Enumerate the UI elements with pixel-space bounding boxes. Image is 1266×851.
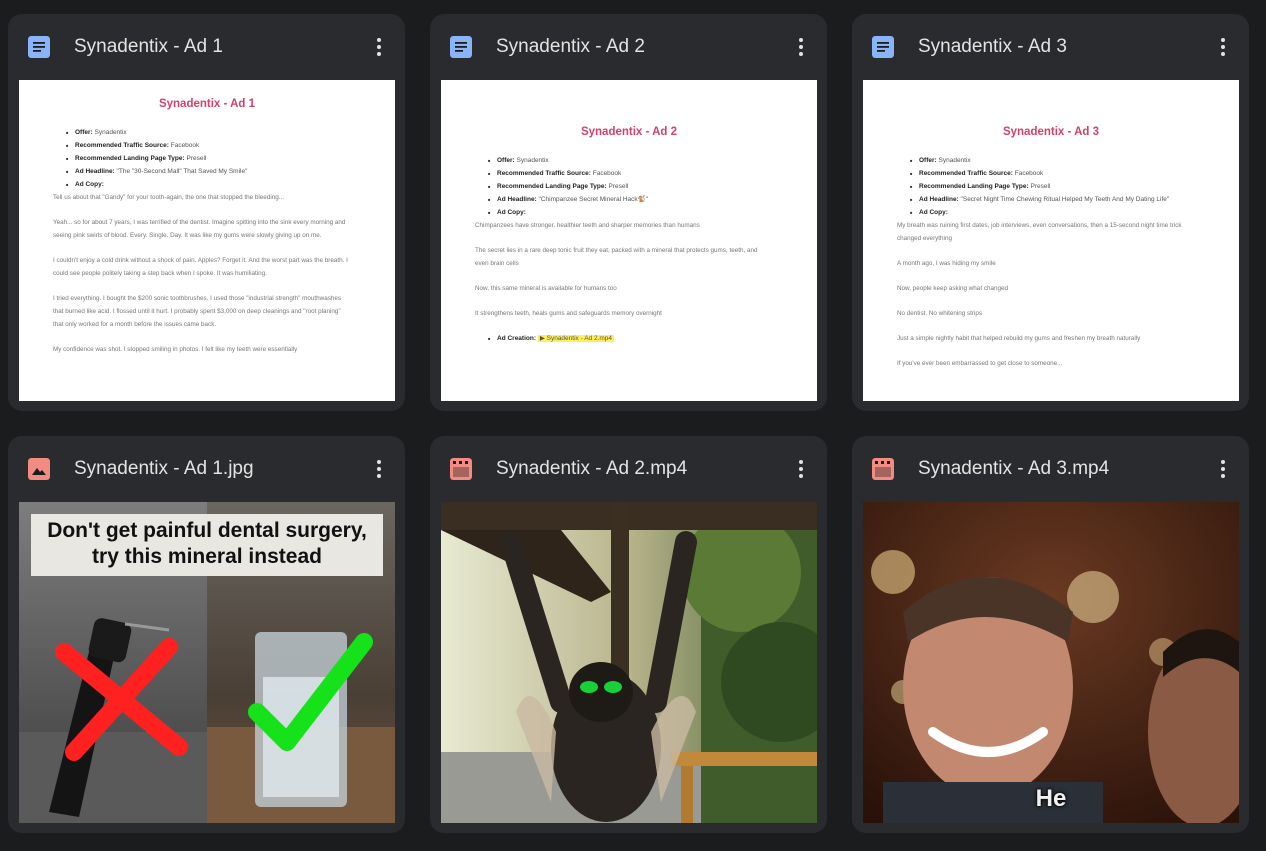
doc-line: Ad Headline: "The "30-Second Mall" That … <box>66 165 349 178</box>
image-preview[interactable]: Don't get painful dental surgery, try th… <box>19 502 395 823</box>
card-header: Synadentix - Ad 2 <box>430 14 827 80</box>
doc-paragraph: Just a simple nightly habit that helped … <box>897 335 1141 342</box>
card-header: Synadentix - Ad 1 <box>8 14 405 80</box>
doc-preview[interactable]: Synadentix - Ad 2 Offer: Synadentix Reco… <box>441 80 817 401</box>
doc-paragraph: If you've ever been embarrassed to get c… <box>897 360 1063 367</box>
file-title[interactable]: Synadentix - Ad 2 <box>496 34 786 60</box>
doc-heading: Synadentix - Ad 2 <box>580 126 678 138</box>
doc-paragraph: Yeah... so for about 7 years, I was terr… <box>53 219 346 239</box>
doc-line: Ad Copy: <box>910 206 1193 219</box>
file-grid: Synadentix - Ad 1 Synadentix - Ad 1 Offe… <box>0 0 1266 851</box>
doc-line: Offer: Synadentix <box>910 154 1193 167</box>
doc-paragraph: Tell us about that "Gandy" for your toot… <box>53 194 284 201</box>
file-card-ad3-video[interactable]: Synadentix - Ad 3.mp4 He <box>852 436 1249 833</box>
more-options-icon[interactable] <box>367 457 391 481</box>
more-options-icon[interactable] <box>1211 35 1235 59</box>
doc-icon <box>872 36 894 58</box>
file-title[interactable]: Synadentix - Ad 3.mp4 <box>918 456 1208 482</box>
ad-caption: Don't get painful dental surgery, try th… <box>31 514 383 576</box>
doc-paragraph: My confidence was shot. I stopped smilin… <box>53 346 298 353</box>
doc-heading: Synadentix - Ad 1 <box>158 98 256 110</box>
image-icon <box>28 458 50 480</box>
doc-line: Recommended Traffic Source: Facebook <box>910 167 1193 180</box>
doc-line: Offer: Synadentix <box>488 154 771 167</box>
doc-icon <box>28 36 50 58</box>
file-card-ad1-doc[interactable]: Synadentix - Ad 1 Synadentix - Ad 1 Offe… <box>8 14 405 411</box>
doc-line: Ad Copy: <box>488 206 771 219</box>
file-title[interactable]: Synadentix - Ad 1.jpg <box>74 456 364 482</box>
file-card-ad2-doc[interactable]: Synadentix - Ad 2 Synadentix - Ad 2 Offe… <box>430 14 827 411</box>
more-options-icon[interactable] <box>1211 457 1235 481</box>
doc-heading: Synadentix - Ad 3 <box>1002 126 1100 138</box>
doc-line: Recommended Landing Page Type: Presell <box>66 152 349 165</box>
video-icon <box>450 458 472 480</box>
doc-preview[interactable]: Synadentix - Ad 3 Offer: Synadentix Reco… <box>863 80 1239 401</box>
more-options-icon[interactable] <box>789 35 813 59</box>
video-preview[interactable]: He <box>863 502 1239 823</box>
more-options-icon[interactable] <box>789 457 813 481</box>
doc-line: Recommended Traffic Source: Facebook <box>66 139 349 152</box>
doc-line: Recommended Landing Page Type: Presell <box>910 180 1193 193</box>
file-card-ad3-doc[interactable]: Synadentix - Ad 3 Synadentix - Ad 3 Offe… <box>852 14 1249 411</box>
file-title[interactable]: Synadentix - Ad 2.mp4 <box>496 456 786 482</box>
video-frame-art <box>441 502 817 823</box>
doc-paragraph: Chimpanzees have stronger, healthier tee… <box>475 222 700 229</box>
doc-preview[interactable]: Synadentix - Ad 1 Offer: Synadentix Reco… <box>19 80 395 401</box>
doc-paragraph: It strengthens teeth, heals gums and saf… <box>475 310 662 317</box>
more-options-icon[interactable] <box>367 35 391 59</box>
card-header: Synadentix - Ad 2.mp4 <box>430 436 827 502</box>
card-header: Synadentix - Ad 3 <box>852 14 1249 80</box>
doc-paragraph: I tried everything. I bought the $200 so… <box>53 295 342 328</box>
doc-line: Ad Copy: <box>66 178 349 191</box>
doc-paragraph: I couldn't enjoy a cold drink without a … <box>53 257 348 277</box>
doc-line: Recommended Traffic Source: Facebook <box>488 167 771 180</box>
doc-icon <box>450 36 472 58</box>
doc-paragraph: No dentist. No whitening strips <box>897 310 983 317</box>
card-header: Synadentix - Ad 1.jpg <box>8 436 405 502</box>
file-title[interactable]: Synadentix - Ad 3 <box>918 34 1208 60</box>
file-title[interactable]: Synadentix - Ad 1 <box>74 34 364 60</box>
doc-line: Recommended Landing Page Type: Presell <box>488 180 771 193</box>
file-card-ad1-image[interactable]: Synadentix - Ad 1.jpg Don't get painful … <box>8 436 405 833</box>
doc-line: Ad Headline: "Secret Night Time Chewing … <box>910 193 1193 206</box>
video-preview[interactable] <box>441 502 817 823</box>
video-icon <box>872 458 894 480</box>
doc-paragraph: My breath was ruining first dates, job i… <box>897 222 1182 242</box>
file-card-ad2-video[interactable]: Synadentix - Ad 2.mp4 <box>430 436 827 833</box>
doc-paragraph: Now, this same mineral is available for … <box>475 285 617 292</box>
doc-paragraph: A month ago, I was hiding my smile <box>897 260 996 267</box>
card-header: Synadentix - Ad 3.mp4 <box>852 436 1249 502</box>
doc-line: Ad Headline: "Chimpanzee Secret Mineral … <box>488 193 771 206</box>
video-subtitle: He <box>1035 785 1067 812</box>
doc-paragraph: Now, people keep asking what changed <box>897 285 1008 292</box>
doc-paragraph: The secret lies in a rare deep tonic fru… <box>475 247 758 267</box>
video-frame-art <box>863 502 1239 823</box>
doc-line: Offer: Synadentix <box>66 126 349 139</box>
linked-file-chip[interactable]: ▶ Synadentix - Ad 2.mp4 <box>537 335 615 342</box>
doc-line: Ad Creation: ▶ Synadentix - Ad 2.mp4 <box>488 332 771 345</box>
